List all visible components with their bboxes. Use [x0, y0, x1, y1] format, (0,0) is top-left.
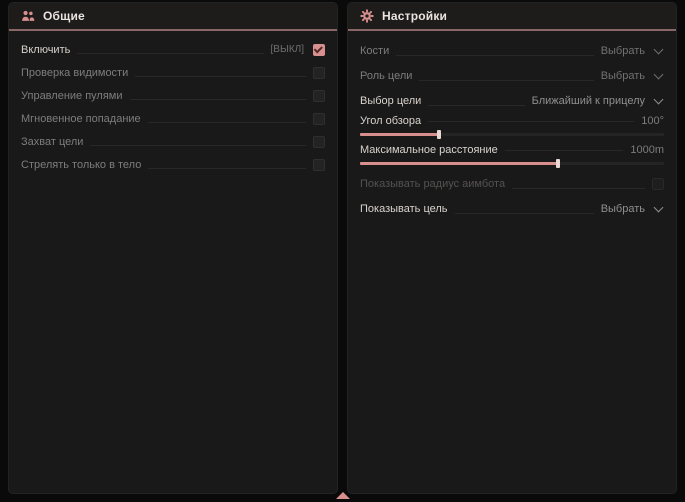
row-leader-line — [135, 76, 306, 77]
toggle-label: Стрелять только в тело — [21, 159, 141, 171]
select-label: Кости — [360, 45, 389, 57]
checkbox-show-aimbot-radius[interactable] — [652, 178, 664, 190]
distance-slider-handle[interactable] — [556, 159, 560, 168]
row-leader-line — [505, 150, 624, 151]
select-row-bones[interactable]: Кости Выбрать — [360, 38, 664, 63]
toggle-row-show-aimbot-radius[interactable]: Показывать радиус аимбота — [360, 171, 664, 196]
fov-slider-track[interactable] — [360, 133, 664, 136]
check-icon — [314, 44, 323, 53]
slider-value: 100° — [641, 115, 664, 127]
row-leader-line — [90, 145, 306, 146]
checkbox-visibility-check[interactable] — [313, 67, 325, 79]
checkbox-body-only[interactable] — [313, 159, 325, 171]
slider-value: 1000m — [630, 144, 664, 156]
row-leader-line — [419, 80, 593, 81]
panel-general-title: Общие — [43, 9, 85, 23]
select-row-target-choice[interactable]: Выбор цели Ближайший к прицелу — [360, 88, 664, 113]
slider-label: Угол обзора — [360, 115, 421, 127]
row-leader-line — [77, 53, 263, 54]
chevron-down-icon[interactable] — [654, 44, 664, 54]
row-leader-line — [130, 99, 306, 100]
fov-slider-fill — [360, 133, 439, 136]
row-leader-line — [428, 105, 524, 106]
chevron-down-icon[interactable] — [654, 202, 664, 212]
keybind-state-tag: [ВЫКЛ] — [271, 44, 304, 55]
toggle-row-enable[interactable]: Включить [ВЫКЛ] — [21, 38, 325, 61]
row-leader-line — [148, 122, 306, 123]
toggle-label: Включить — [21, 44, 70, 56]
toggle-label: Мгновенное попадание — [21, 113, 141, 125]
toggle-row-body-only[interactable]: Стрелять только в тело — [21, 153, 325, 176]
select-row-show-target[interactable]: Показывать цель Выбрать — [360, 196, 664, 221]
select-label: Показывать цель — [360, 203, 448, 215]
fov-slider-handle[interactable] — [437, 130, 441, 139]
users-icon — [21, 9, 35, 23]
select-value[interactable]: Выбрать — [601, 45, 645, 57]
toggle-row-bullet-control[interactable]: Управление пулями — [21, 84, 325, 107]
select-label: Роль цели — [360, 70, 412, 82]
select-value[interactable]: Выбрать — [601, 70, 645, 82]
panel-settings-header: Настройки — [348, 3, 676, 31]
row-leader-line — [428, 121, 634, 122]
toggle-row-visibility-check[interactable]: Проверка видимости — [21, 61, 325, 84]
row-leader-line — [148, 168, 306, 169]
row-leader-line — [455, 213, 594, 214]
panel-settings-body: Кости Выбрать Роль цели Выбрать Выбор це… — [348, 31, 676, 221]
toggle-row-target-lock[interactable]: Захват цели — [21, 130, 325, 153]
chevron-down-icon[interactable] — [654, 69, 664, 79]
checkbox-target-lock[interactable] — [313, 136, 325, 148]
toggle-row-instant-hit[interactable]: Мгновенное попадание — [21, 107, 325, 130]
select-value[interactable]: Выбрать — [601, 203, 645, 215]
panel-general: Общие Включить [ВЫКЛ] Проверка видимости… — [8, 2, 338, 494]
slider-row-max-distance: Максимальное расстояние 1000m — [360, 142, 664, 165]
checkbox-enable[interactable] — [313, 44, 325, 56]
select-row-target-role[interactable]: Роль цели Выбрать — [360, 63, 664, 88]
distance-slider-track[interactable] — [360, 162, 664, 165]
toggle-label: Управление пулями — [21, 90, 123, 102]
select-label: Выбор цели — [360, 95, 421, 107]
triangle-up-icon[interactable] — [336, 492, 350, 499]
toggle-label: Показывать радиус аимбота — [360, 178, 505, 190]
toggle-label: Захват цели — [21, 136, 83, 148]
select-value[interactable]: Ближайший к прицелу — [532, 95, 645, 107]
chevron-down-icon[interactable] — [654, 94, 664, 104]
checkbox-bullet-control[interactable] — [313, 90, 325, 102]
panel-general-header: Общие — [9, 3, 337, 31]
slider-row-fov: Угол обзора 100° — [360, 113, 664, 136]
panel-general-body: Включить [ВЫКЛ] Проверка видимости Управ… — [9, 31, 337, 176]
slider-label: Максимальное расстояние — [360, 144, 498, 156]
row-leader-line — [396, 55, 593, 56]
gear-icon — [360, 9, 374, 23]
toggle-label: Проверка видимости — [21, 67, 128, 79]
panel-settings-title: Настройки — [382, 9, 447, 23]
distance-slider-fill — [360, 162, 558, 165]
row-leader-line — [512, 188, 645, 189]
panel-settings: Настройки Кости Выбрать Роль цели Выбрат… — [347, 2, 677, 494]
mod-menu-screen: Общие Включить [ВЫКЛ] Проверка видимости… — [0, 0, 685, 502]
checkbox-instant-hit[interactable] — [313, 113, 325, 125]
